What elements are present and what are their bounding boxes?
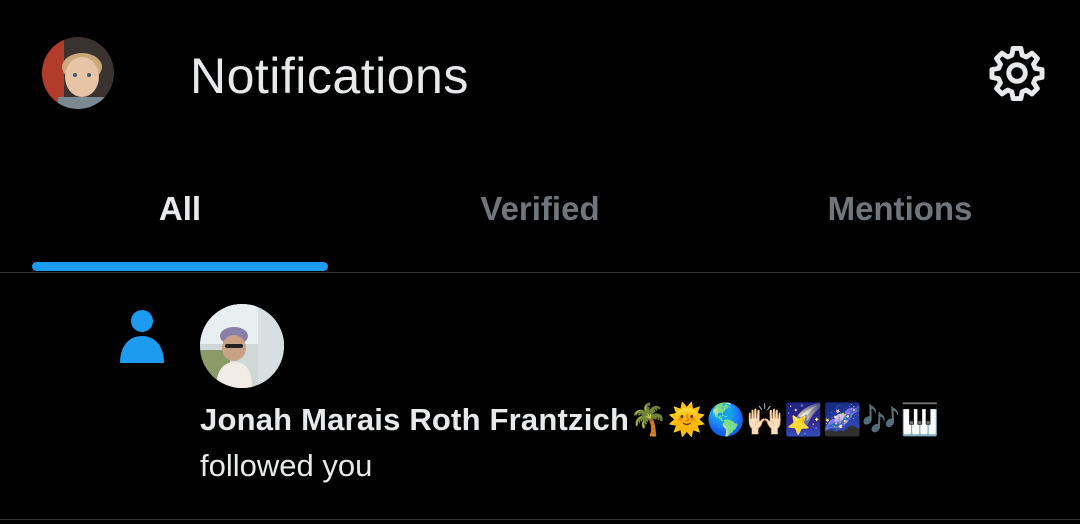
gear-icon	[989, 46, 1045, 102]
notification-item[interactable]: Jonah Marais Roth Frantzich🌴🌞🌎🙌🏻🌠🌌🎶🎹 fol…	[0, 273, 1080, 524]
page-title: Notifications	[190, 48, 469, 104]
top-app-bar: Notifications	[0, 0, 1080, 148]
tab-mentions[interactable]: Mentions	[720, 148, 1080, 272]
tab-all[interactable]: All	[0, 148, 360, 272]
profile-avatar-image	[42, 37, 114, 109]
follower-name[interactable]: Jonah Marais Roth Frantzich🌴🌞🌎🙌🏻🌠🌌🎶🎹	[200, 401, 940, 438]
notification-tabs: All Verified Mentions	[0, 148, 1080, 273]
user-avatar[interactable]	[200, 304, 284, 388]
profile-avatar[interactable]	[42, 37, 114, 109]
tab-label: Mentions	[827, 190, 973, 227]
tab-label: Verified	[480, 190, 600, 227]
tab-verified[interactable]: Verified	[360, 148, 720, 272]
person-icon	[120, 310, 164, 363]
user-avatar-image	[200, 304, 284, 388]
tab-label: All	[158, 190, 202, 227]
active-tab-indicator	[32, 262, 328, 271]
divider	[0, 519, 1080, 520]
settings-button[interactable]	[986, 42, 1048, 104]
notification-action-text: followed you	[200, 448, 373, 483]
